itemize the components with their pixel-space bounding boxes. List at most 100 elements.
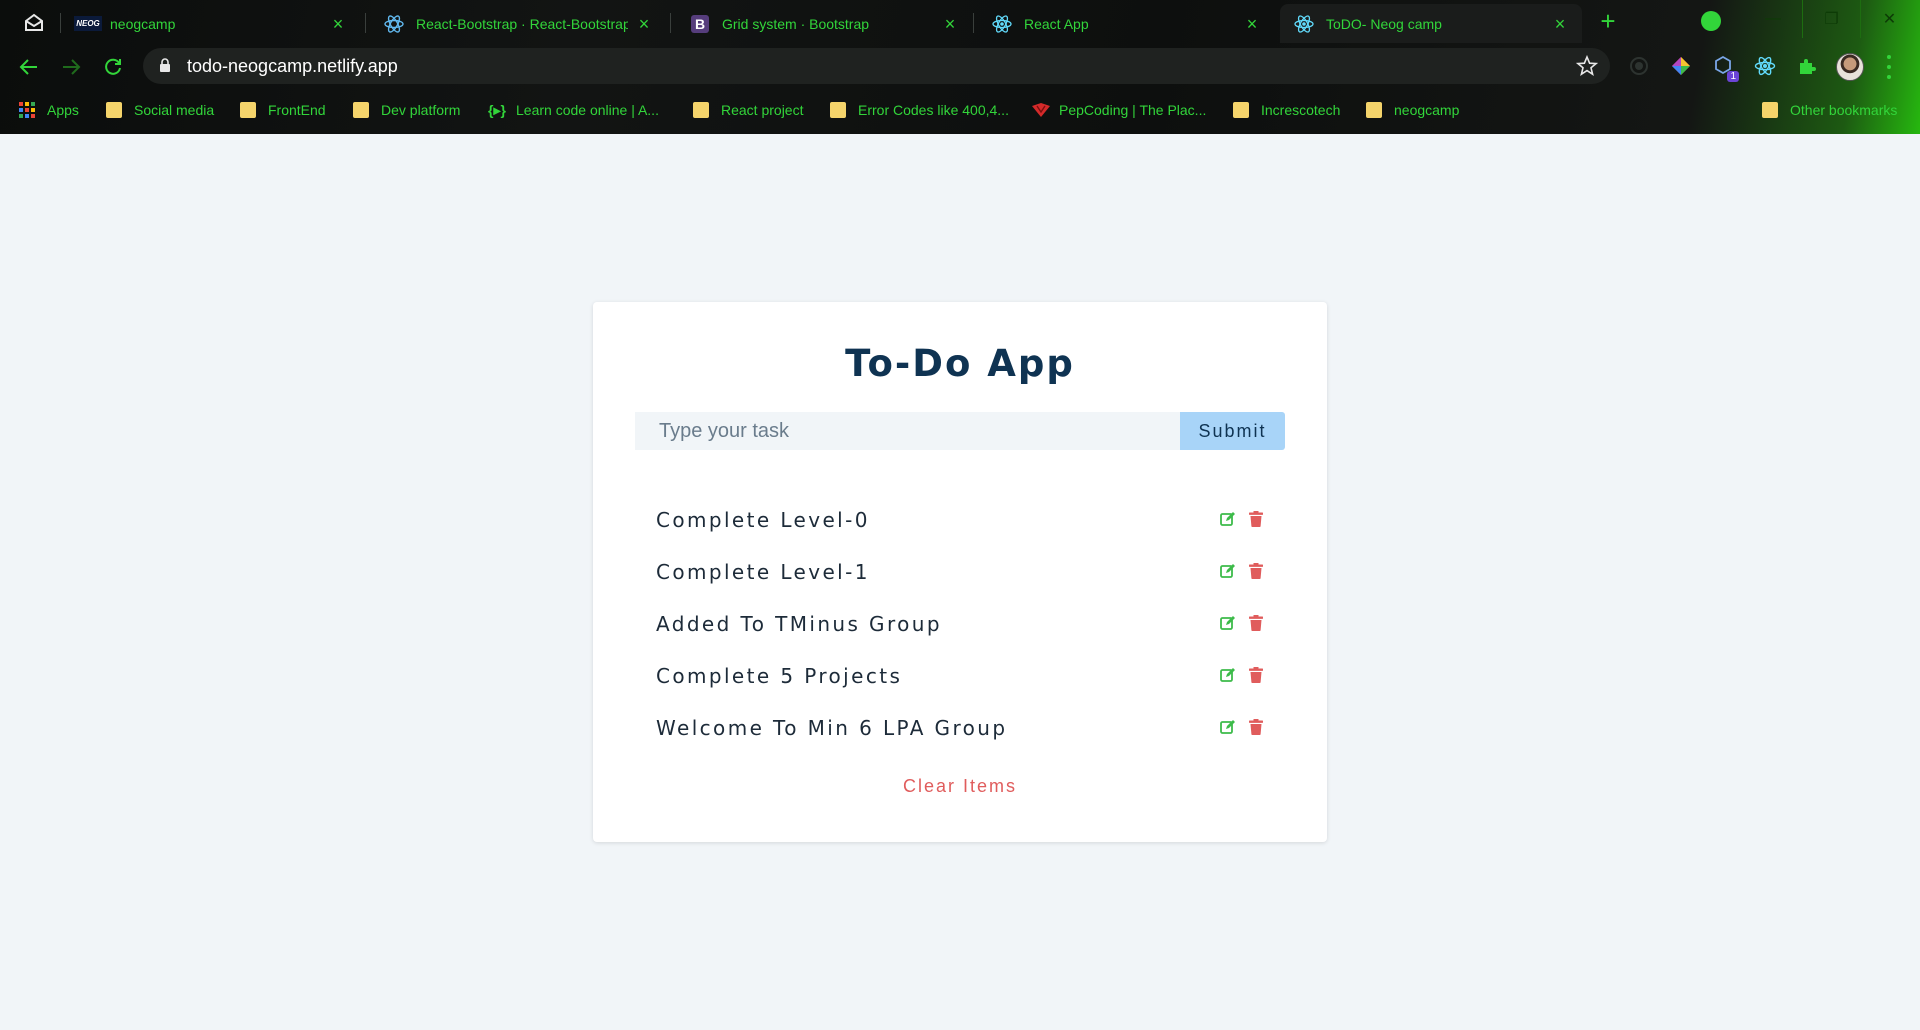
- folder-icon: [353, 102, 369, 118]
- edit-icon[interactable]: [1219, 718, 1237, 736]
- reload-icon[interactable]: [98, 53, 128, 81]
- bookmark-folder-frontend[interactable]: FrontEnd: [240, 99, 326, 121]
- restore-icon[interactable]: ❐: [1802, 0, 1860, 38]
- url-text: todo-neogcamp.netlify.app: [187, 56, 398, 76]
- close-window-icon[interactable]: ✕: [1860, 0, 1918, 38]
- bookmark-label: React project: [721, 102, 804, 118]
- task-list: Complete Level-0 Complete Level-1 Added …: [656, 494, 1265, 754]
- bootstrap-icon: B: [690, 14, 710, 34]
- trash-icon[interactable]: [1247, 718, 1265, 736]
- color-picker-extension-icon[interactable]: [1669, 54, 1693, 78]
- folder-icon: [1762, 102, 1778, 118]
- address-bar[interactable]: todo-neogcamp.netlify.app: [143, 48, 1610, 84]
- trash-icon[interactable]: [1247, 562, 1265, 580]
- task-input[interactable]: [635, 412, 1180, 450]
- folder-icon: [1233, 102, 1249, 118]
- folder-icon: [830, 102, 846, 118]
- task-label: Welcome To Min 6 LPA Group: [656, 716, 1008, 740]
- close-icon[interactable]: ×: [1552, 15, 1568, 33]
- minimize-icon[interactable]: —: [1744, 0, 1802, 38]
- task-label: Complete 5 Projects: [656, 664, 903, 688]
- bookmark-label: Apps: [47, 102, 79, 118]
- apps-grid-icon: [19, 102, 35, 118]
- task-item: Welcome To Min 6 LPA Group: [656, 702, 1265, 754]
- bookmark-label: neogcamp: [1394, 102, 1460, 118]
- clear-items-button[interactable]: Clear Items: [593, 776, 1327, 797]
- bookmark-folder-neogcamp[interactable]: neogcamp: [1366, 99, 1459, 121]
- folder-icon: [106, 102, 122, 118]
- forward-arrow-icon[interactable]: [56, 53, 86, 81]
- edit-icon[interactable]: [1219, 562, 1237, 580]
- tab-title: React-Bootstrap · React-Bootstrap: [416, 15, 628, 32]
- bookmark-folder-increscotech[interactable]: Increscotech: [1233, 99, 1340, 121]
- bookmark-pepcoding[interactable]: PepCoding | The Plac...: [1031, 99, 1206, 121]
- tab-separator: [60, 13, 61, 33]
- bookmark-folder-social-media[interactable]: Social media: [106, 99, 214, 121]
- bookmarks-bar: Apps Social media FrontEnd Dev platform …: [0, 94, 1920, 126]
- close-icon[interactable]: ×: [942, 15, 958, 33]
- page-title: To-Do App: [845, 342, 1075, 385]
- back-arrow-icon[interactable]: [14, 53, 44, 81]
- task-actions: [1219, 614, 1265, 632]
- task-item: Complete Level-1: [656, 546, 1265, 598]
- bookmark-folder-dev-platform[interactable]: Dev platform: [353, 99, 460, 121]
- trash-icon[interactable]: [1247, 510, 1265, 528]
- tab-title: neogcamp: [110, 15, 176, 32]
- code-icon: {▸}: [488, 102, 506, 118]
- tab-title: React App: [1024, 15, 1089, 32]
- tab-separator: [973, 13, 974, 33]
- task-actions: [1219, 718, 1265, 736]
- lock-icon: [159, 58, 171, 78]
- bookmark-learn-code-online[interactable]: {▸} Learn code online | A...: [488, 99, 659, 121]
- react-icon: [1294, 14, 1314, 34]
- bookmark-label: FrontEnd: [268, 102, 326, 118]
- react-bootstrap-icon: [384, 14, 404, 34]
- tab-search-icon[interactable]: [20, 9, 48, 35]
- pepcoding-icon: [1031, 102, 1050, 118]
- browser-toolbar: todo-neogcamp.netlify.app 1: [0, 43, 1920, 91]
- extension-badge-icon[interactable]: 1: [1711, 54, 1739, 82]
- close-icon[interactable]: ×: [1244, 15, 1260, 33]
- bookmark-label: Other bookmarks: [1790, 102, 1898, 118]
- task-actions: [1219, 510, 1265, 528]
- bookmark-label: Error Codes like 400,4...: [858, 102, 1009, 118]
- bookmark-label: Dev platform: [381, 102, 461, 118]
- task-item: Complete Level-0: [656, 494, 1265, 546]
- bookmark-star-icon[interactable]: [1575, 54, 1599, 82]
- edit-icon[interactable]: [1219, 666, 1237, 684]
- bookmark-folder-error-codes[interactable]: Error Codes like 400,4...: [830, 99, 1009, 121]
- task-label: Complete Level-0: [656, 508, 870, 532]
- record-extension-icon[interactable]: [1627, 54, 1651, 78]
- bookmark-other-bookmarks[interactable]: Other bookmarks: [1762, 99, 1897, 121]
- trash-icon[interactable]: [1247, 614, 1265, 632]
- menu-kebab-icon[interactable]: [1884, 55, 1894, 79]
- folder-icon: [693, 102, 709, 118]
- react-devtools-icon[interactable]: [1753, 54, 1777, 78]
- task-form: Submit: [635, 412, 1285, 450]
- trash-icon[interactable]: [1247, 666, 1265, 684]
- neog-icon: NEOG: [74, 14, 102, 34]
- download-indicator-icon[interactable]: [1701, 11, 1721, 31]
- tab-neogcamp[interactable]: NEOG neogcamp ×: [64, 4, 360, 43]
- bookmark-label: PepCoding | The Plac...: [1059, 102, 1207, 118]
- task-actions: [1219, 666, 1265, 684]
- folder-icon: [1366, 102, 1382, 118]
- submit-button[interactable]: Submit: [1180, 412, 1285, 450]
- bookmark-apps[interactable]: Apps: [19, 99, 79, 121]
- close-icon[interactable]: ×: [330, 15, 346, 33]
- tab-bootstrap-grid[interactable]: B Grid system · Bootstrap ×: [676, 4, 972, 43]
- close-icon[interactable]: ×: [636, 15, 652, 33]
- tab-separator: [670, 13, 671, 33]
- profile-avatar[interactable]: [1836, 53, 1864, 81]
- extension-count-badge: 1: [1727, 71, 1739, 82]
- extensions-puzzle-icon[interactable]: [1795, 54, 1819, 78]
- tab-react-app[interactable]: React App ×: [978, 4, 1274, 43]
- edit-icon[interactable]: [1219, 614, 1237, 632]
- edit-icon[interactable]: [1219, 510, 1237, 528]
- folder-icon: [240, 102, 256, 118]
- tab-react-bootstrap[interactable]: React-Bootstrap · React-Bootstrap ×: [370, 4, 666, 43]
- new-tab-plus-icon[interactable]: +: [1592, 8, 1624, 36]
- tab-todo-neog-camp[interactable]: ToDO- Neog camp ×: [1280, 4, 1582, 43]
- bookmark-folder-react-project[interactable]: React project: [693, 99, 803, 121]
- bookmark-label: Social media: [134, 102, 215, 118]
